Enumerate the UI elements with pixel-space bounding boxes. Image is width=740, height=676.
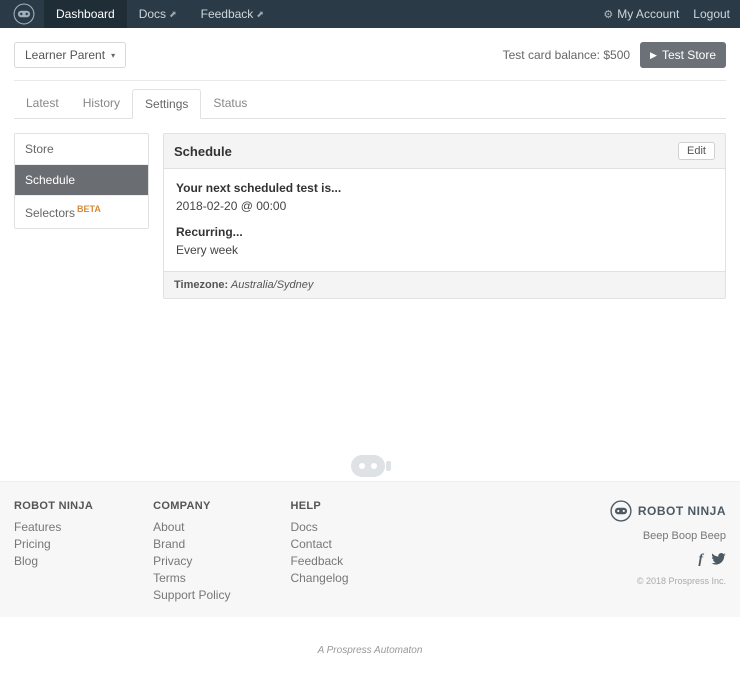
nav-right: ⚙ My Account Logout <box>603 7 730 21</box>
divider <box>14 80 726 81</box>
balance-area: Test card balance: $500 ▶ Test Store <box>503 42 726 68</box>
footer-col-help: HELP Docs Contact Feedback Changelog <box>290 500 348 605</box>
sidebar-item-selectors[interactable]: SelectorsBETA <box>15 196 148 228</box>
footer-tagline: Beep Boop Beep <box>610 530 726 542</box>
tab-latest[interactable]: Latest <box>14 89 71 118</box>
footer-col-help-title: HELP <box>290 500 348 512</box>
footer-copyright: © 2018 Prospress Inc. <box>610 576 726 586</box>
panel-header: Schedule Edit <box>164 134 725 169</box>
test-store-button[interactable]: ▶ Test Store <box>640 42 726 68</box>
recurring-label: Recurring... <box>176 225 243 239</box>
chevron-down-icon: ▾ <box>111 51 115 60</box>
robot-divider-icon <box>0 449 740 481</box>
footer-brand-name: ROBOT NINJA <box>638 505 726 517</box>
footer-link-feedback[interactable]: Feedback <box>290 554 348 568</box>
sidebar-item-store[interactable]: Store <box>15 134 148 165</box>
edit-button[interactable]: Edit <box>678 142 715 160</box>
panel-footer: Timezone: Australia/Sydney <box>164 271 725 298</box>
timezone-value: Australia/Sydney <box>231 279 314 291</box>
footer-link-changelog[interactable]: Changelog <box>290 571 348 585</box>
topbar: Dashboard Docs⬈ Feedback⬈ ⚙My Account Lo… <box>0 0 740 28</box>
next-test-value: 2018-02-20 @ 00:00 <box>176 199 713 213</box>
footer-link-pricing[interactable]: Pricing <box>14 537 93 551</box>
footer-link-blog[interactable]: Blog <box>14 554 93 568</box>
external-icon: ⬈ <box>169 9 177 20</box>
footer-link-privacy[interactable]: Privacy <box>153 554 230 568</box>
sidebar-item-selectors-label: Selectors <box>25 206 75 220</box>
beta-badge: BETA <box>77 204 101 214</box>
test-store-button-label: Test Store <box>662 48 716 62</box>
tab-status[interactable]: Status <box>201 89 259 118</box>
next-test-label: Your next scheduled test is... <box>176 181 341 195</box>
primary-nav: Dashboard Docs⬈ Feedback⬈ <box>44 0 276 28</box>
nav-feedback[interactable]: Feedback⬈ <box>189 0 276 28</box>
panel-body: Your next scheduled test is... 2018-02-2… <box>164 169 725 271</box>
footer-link-brand[interactable]: Brand <box>153 537 230 551</box>
footer-col-company-title: COMPANY <box>153 500 230 512</box>
footer-col-company: COMPANY About Brand Privacy Terms Suppor… <box>153 500 230 605</box>
footer-brand: ROBOT NINJA Beep Boop Beep f © 2018 Pros… <box>610 500 726 605</box>
footer-link-contact[interactable]: Contact <box>290 537 348 551</box>
external-icon: ⬈ <box>256 9 264 20</box>
footer-col-product: ROBOT NINJA Features Pricing Blog <box>14 500 93 605</box>
footer-link-terms[interactable]: Terms <box>153 571 230 585</box>
nav-my-account-label: My Account <box>617 7 679 21</box>
twitter-icon[interactable] <box>711 552 726 568</box>
footer-link-support[interactable]: Support Policy <box>153 588 230 602</box>
store-selector-dropdown[interactable]: Learner Parent ▾ <box>14 42 126 68</box>
nav-logout[interactable]: Logout <box>693 7 730 21</box>
credit-line: A Prospress Automaton <box>0 617 740 676</box>
nav-feedback-label: Feedback <box>201 7 254 21</box>
footer-link-docs[interactable]: Docs <box>290 520 348 534</box>
footer-link-about[interactable]: About <box>153 520 230 534</box>
gear-icon: ⚙ <box>603 9 613 21</box>
timezone-label: Timezone: <box>174 279 228 291</box>
play-icon: ▶ <box>650 50 657 61</box>
tab-settings[interactable]: Settings <box>132 89 201 119</box>
sidebar-item-schedule[interactable]: Schedule <box>15 165 148 196</box>
footer-link-features[interactable]: Features <box>14 520 93 534</box>
nav-docs-label: Docs <box>139 7 166 21</box>
recurring-value: Every week <box>176 243 713 257</box>
card-balance-text: Test card balance: $500 <box>503 48 630 62</box>
page-top-row: Learner Parent ▾ Test card balance: $500… <box>14 38 726 80</box>
logo-icon[interactable] <box>4 3 44 25</box>
footer-logo-icon <box>610 500 632 522</box>
footer-col-product-title: ROBOT NINJA <box>14 500 93 512</box>
nav-my-account[interactable]: ⚙ My Account <box>603 7 679 21</box>
nav-docs[interactable]: Docs⬈ <box>127 0 189 28</box>
tab-history[interactable]: History <box>71 89 132 118</box>
settings-layout: Store Schedule SelectorsBETA Schedule Ed… <box>14 133 726 299</box>
panel-title: Schedule <box>174 144 232 159</box>
settings-sidebar: Store Schedule SelectorsBETA <box>14 133 149 229</box>
nav-dashboard[interactable]: Dashboard <box>44 0 127 28</box>
footer: ROBOT NINJA Features Pricing Blog COMPAN… <box>0 481 740 617</box>
store-selector-label: Learner Parent <box>25 48 105 62</box>
schedule-panel: Schedule Edit Your next scheduled test i… <box>163 133 726 299</box>
tabs: Latest History Settings Status <box>14 89 726 119</box>
facebook-icon[interactable]: f <box>698 552 703 568</box>
